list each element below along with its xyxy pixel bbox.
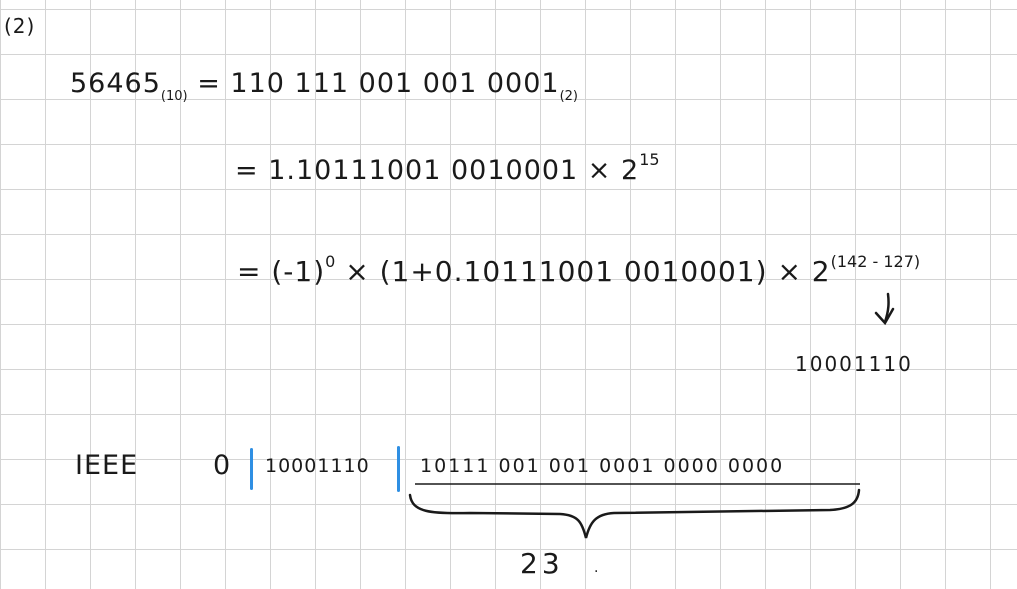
mantissa-bit-count: 23 [520,547,564,580]
separator-sign-exponent [250,448,253,490]
trailing-dot: . [594,560,600,576]
ieee-label: IEEE [75,450,139,481]
sign-bit: 0 [213,450,232,481]
curly-brace-icon [408,488,861,539]
exponent-field: 10001110 [265,455,370,477]
down-arrow-icon [874,292,895,326]
handwritten-strokes [408,292,895,539]
exponent-binary: 10001110 [795,352,913,376]
separator-exponent-mantissa [397,446,400,492]
mantissa-field: 10111 001 001 0001 0000 0000 [420,455,785,477]
